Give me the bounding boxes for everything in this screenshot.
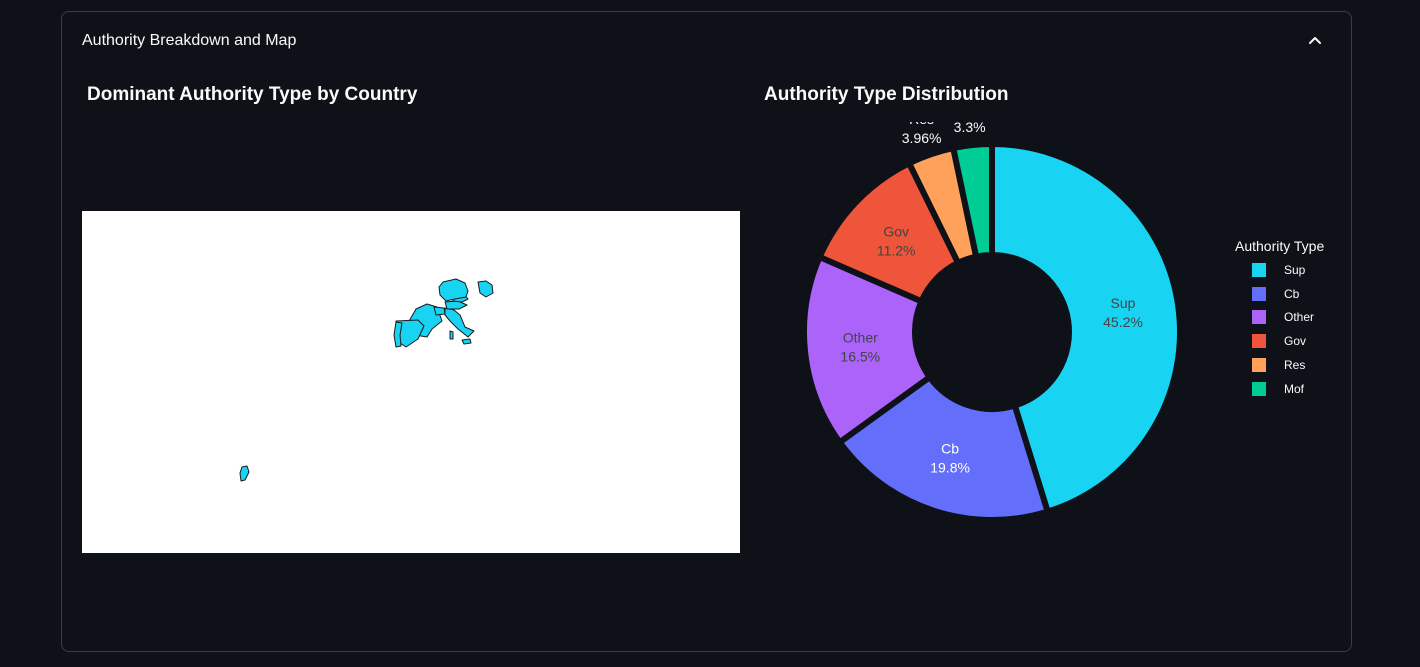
legend-swatch [1252, 381, 1266, 396]
map-region-island[interactable] [461, 338, 472, 345]
legend-item-gov[interactable]: Gov [1235, 329, 1324, 353]
chevron-up-icon[interactable] [1307, 32, 1323, 48]
slice-percent-other: 16.5% [840, 348, 880, 364]
slice-percent-cb: 19.8% [930, 460, 970, 476]
authority-expander: Authority Breakdown and Map Dominant Aut… [61, 11, 1352, 652]
map-region-island[interactable] [477, 280, 494, 298]
slice-percent-sup: 45.2% [1103, 314, 1143, 330]
legend-swatch [1252, 310, 1266, 325]
choropleth-map[interactable] [82, 211, 740, 553]
legend-title: Authority Type [1235, 238, 1325, 254]
expander-header[interactable]: Authority Breakdown and Map [62, 12, 1351, 70]
legend-swatch [1252, 286, 1266, 301]
slice-label-other: Other [843, 329, 878, 345]
legend-item-mof[interactable]: Mof [1235, 377, 1324, 401]
legend-label: Other [1284, 310, 1315, 325]
legend-item-other[interactable]: Other [1235, 306, 1324, 330]
slice-label-sup: Sup [1111, 295, 1136, 311]
expander-title: Authority Breakdown and Map [82, 32, 297, 49]
map-region-island[interactable] [449, 330, 454, 340]
legend-label: Mof [1284, 381, 1305, 396]
legend-label: Gov [1284, 334, 1307, 349]
slice-percent-res: 3.96% [902, 130, 942, 146]
legend-swatch [1252, 262, 1266, 277]
legend-item-res[interactable]: Res [1235, 353, 1324, 377]
slice-percent-mof: 3.3% [954, 122, 986, 135]
legend-label: Sup [1284, 262, 1306, 277]
pie-title: Authority Type Distribution [764, 84, 1009, 105]
donut-chart[interactable]: Sup 45.2% Cb 19.8% Other 16.5% Gov 11.2% Res 3.96… [792, 122, 1192, 542]
map-title: Dominant Authority Type by Country [87, 84, 418, 105]
map-region-italy[interactable] [444, 307, 475, 338]
slice-label-cb: Cb [941, 441, 959, 457]
legend-label: Res [1284, 358, 1306, 373]
map-region-guadeloupe[interactable] [239, 465, 250, 482]
legend-item-sup[interactable]: Sup [1235, 258, 1324, 282]
map-region-austria[interactable] [444, 300, 468, 310]
pie-legend: Authority Type Sup Cb Other Gov Res Mof [1235, 238, 1324, 401]
map-svg [239, 278, 494, 482]
slice-label-gov: Gov [883, 223, 909, 239]
legend-item-cb[interactable]: Cb [1235, 282, 1324, 306]
legend-swatch [1252, 334, 1266, 349]
slice-label-res: Res [909, 122, 934, 127]
slice-percent-gov: 11.2% [877, 242, 916, 258]
legend-swatch [1252, 358, 1266, 373]
map-region-switzerland[interactable] [433, 306, 446, 316]
map-region-germany[interactable] [438, 278, 469, 302]
legend-label: Cb [1284, 286, 1300, 301]
